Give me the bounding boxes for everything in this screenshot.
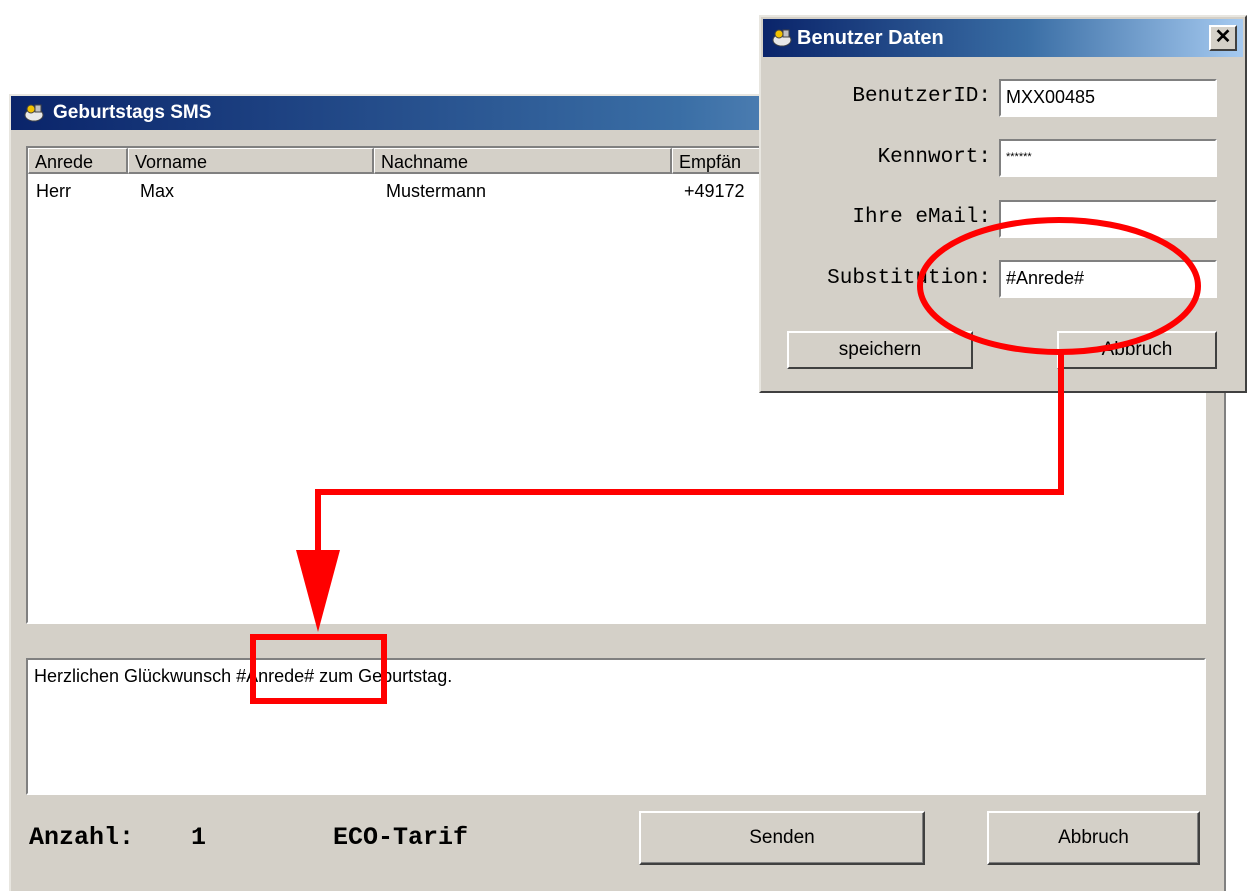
substitution-label: Substitution: xyxy=(827,267,991,290)
message-textarea[interactable]: Herzlichen Glückwunsch #Anrede# zum Gebu… xyxy=(26,658,1206,795)
send-button[interactable]: Senden xyxy=(639,811,925,865)
password-field[interactable]: ****** xyxy=(999,139,1217,177)
main-window-title: Geburtstags SMS xyxy=(53,102,212,123)
dialog-titlebar[interactable]: Benutzer Daten ✕ xyxy=(763,19,1243,57)
tariff-label: ECO-Tarif xyxy=(333,823,469,852)
cell-anrede: Herr xyxy=(36,181,71,201)
substitution-field[interactable]: #Anrede# xyxy=(999,260,1217,298)
column-header-nachname[interactable]: Nachname xyxy=(374,148,672,174)
column-header-vorname[interactable]: Vorname xyxy=(128,148,374,174)
user-id-label: BenutzerID: xyxy=(852,85,991,108)
app-icon xyxy=(772,29,792,47)
count-value: 1 xyxy=(191,823,207,852)
dialog-title: Benutzer Daten xyxy=(797,27,944,49)
email-label: Ihre eMail: xyxy=(852,206,991,229)
column-header-anrede[interactable]: Anrede xyxy=(28,148,128,174)
cell-vorname: Max xyxy=(140,181,175,201)
close-icon[interactable]: ✕ xyxy=(1209,25,1237,51)
save-button[interactable]: speichern xyxy=(787,331,973,369)
user-data-dialog: Benutzer Daten ✕ BenutzerID: MXX00485 Ke… xyxy=(759,15,1247,393)
cancel-button[interactable]: Abbruch xyxy=(987,811,1200,865)
cell-nachname: Mustermann xyxy=(386,181,487,201)
email-field[interactable] xyxy=(999,200,1217,238)
cell-empfaenger: +49172 xyxy=(684,181,745,201)
user-id-field[interactable]: MXX00485 xyxy=(999,79,1217,117)
dialog-cancel-button[interactable]: Abbruch xyxy=(1057,331,1217,369)
app-icon xyxy=(24,104,44,122)
password-label: Kennwort: xyxy=(877,146,991,169)
count-label: Anzahl: xyxy=(29,823,135,852)
